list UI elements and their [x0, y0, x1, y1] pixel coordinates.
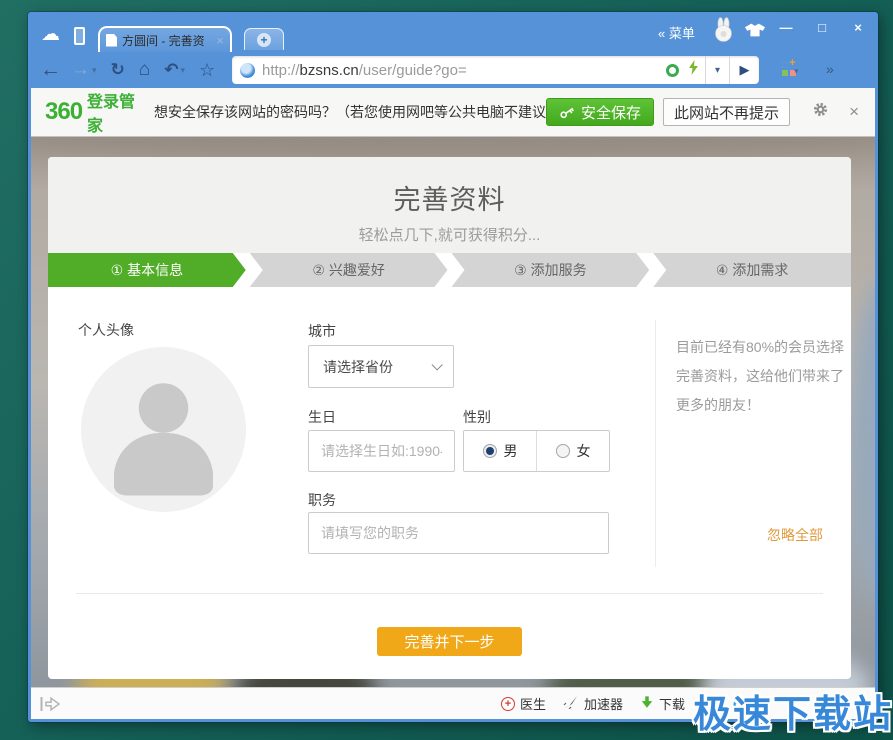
page-icon: [106, 34, 117, 47]
step-add-needs[interactable]: ④ 添加需求: [653, 253, 851, 287]
window-controls: — □ ×: [778, 20, 866, 35]
close-button[interactable]: ×: [850, 20, 866, 35]
minimize-button[interactable]: —: [778, 20, 794, 35]
dismiss-label: 此网站不再提示: [674, 102, 779, 123]
accelerator-tool[interactable]: 加速器: [563, 694, 623, 713]
profile-card: 完善资料 轻松点几下,就可获得积分... ① 基本信息 ② 兴趣爱好 ③ 添加服…: [48, 157, 851, 679]
tab-title: 方圆间 - 完善资: [122, 32, 211, 49]
city-label: 城市: [308, 321, 336, 341]
page-title: 完善资料: [48, 157, 851, 217]
job-label: 职务: [308, 490, 336, 510]
gender-group: 男 女: [463, 430, 610, 472]
maximize-button[interactable]: □: [814, 20, 830, 35]
download-label: 下载: [659, 694, 685, 713]
browser-tab[interactable]: 方圆间 - 完善资 ×: [98, 26, 232, 52]
download-arrow-icon: [640, 695, 654, 712]
doctor-label: 医生: [520, 694, 546, 713]
home-button[interactable]: ⌂: [139, 59, 150, 81]
notify-close-icon[interactable]: ×: [849, 102, 859, 122]
submit-next-button[interactable]: 完善并下一步: [377, 627, 522, 656]
doctor-tool[interactable]: + 医生: [501, 694, 546, 713]
gender-label: 性别: [463, 407, 491, 427]
chevron-down-icon: [431, 359, 442, 370]
step-basic-info[interactable]: ① 基本信息: [48, 253, 246, 287]
step-progress-bar: ① 基本信息 ② 兴趣爱好 ③ 添加服务 ④ 添加需求: [48, 253, 851, 287]
vertical-divider: [655, 320, 656, 567]
female-label: 女: [577, 441, 591, 461]
horizontal-divider: [76, 593, 823, 594]
new-tab-button[interactable]: +: [244, 28, 284, 50]
brand-360-logo: 360: [45, 98, 82, 126]
gear-icon[interactable]: [812, 101, 829, 123]
rocket-icon: [563, 695, 579, 712]
page-subtitle: 轻松点几下,就可获得积分...: [48, 224, 851, 245]
rabbit-mascot-icon[interactable]: [712, 17, 735, 48]
forward-button[interactable]: →: [71, 59, 90, 81]
gender-male-option[interactable]: 男: [464, 431, 537, 471]
cloud-sync-icon[interactable]: ☁: [41, 23, 60, 46]
url-text[interactable]: http://bzsns.cn/user/guide?go=: [262, 62, 666, 79]
province-select[interactable]: 请选择省份: [308, 345, 454, 388]
recent-pages-button[interactable]: ↶: [164, 60, 178, 80]
speed-bolt-icon[interactable]: [688, 60, 699, 80]
key-icon: [557, 103, 576, 121]
forward-dropdown-icon[interactable]: ▾: [92, 65, 97, 76]
radio-unselected-icon: [556, 444, 570, 458]
url-host: bzsns.cn: [300, 62, 359, 79]
download-tool[interactable]: 下载: [640, 694, 685, 713]
radio-selected-icon: [483, 444, 497, 458]
card-header: 完善资料 轻松点几下,就可获得积分...: [48, 157, 851, 253]
go-button[interactable]: ▶: [729, 56, 759, 84]
navigation-toolbar: ← → ▾ ↻ ⌂ ↶ ▾ ☆ http://bzsns.cn/user/gui…: [28, 52, 878, 88]
step-interests[interactable]: ② 兴趣爱好: [250, 253, 448, 287]
password-manager-bar: 360 登录管家 想安全保存该网站的密码吗？（若您使用网吧等公共电脑不建议 安全…: [31, 88, 875, 137]
url-scheme: http://: [262, 62, 300, 79]
menu-button[interactable]: « 菜单: [658, 23, 695, 42]
more-tools-icon[interactable]: »: [826, 61, 834, 77]
desktop-background: ☁ 方圆间 - 完善资 × + « 菜单 — □ ×: [0, 0, 893, 740]
step-add-services[interactable]: ③ 添加服务: [452, 253, 650, 287]
avatar-label: 个人头像: [78, 320, 134, 340]
refresh-button[interactable]: ↻: [111, 60, 125, 80]
birthday-input[interactable]: [308, 430, 455, 472]
screenshot-icon[interactable]: [666, 64, 679, 77]
birthday-label: 生日: [308, 407, 336, 427]
ignore-all-link[interactable]: 忽略全部: [767, 525, 823, 545]
province-select-value: 请选择省份: [323, 357, 393, 377]
sidebar-toggle-icon[interactable]: [39, 695, 63, 718]
male-label: 男: [504, 441, 518, 461]
go-arrow-icon: ▶: [740, 62, 750, 78]
web-page: 完善资料 轻松点几下,就可获得积分... ① 基本信息 ② 兴趣爱好 ③ 添加服…: [31, 137, 875, 687]
titlebar: ☁ 方圆间 - 完善资 × + « 菜单 — □ ×: [28, 12, 878, 52]
browser-window: ☁ 方圆间 - 完善资 × + « 菜单 — □ ×: [28, 12, 878, 722]
back-button[interactable]: ←: [40, 58, 61, 82]
promo-text: 目前已经有80%的会员选择完善资料，这给他们带来了更多的朋友！: [676, 333, 851, 420]
avatar-placeholder[interactable]: [81, 347, 246, 512]
safe-save-label: 安全保存: [581, 102, 641, 123]
url-path: /user/guide?go=: [359, 62, 467, 79]
red-cross-icon: +: [501, 697, 515, 711]
gender-female-option[interactable]: 女: [537, 431, 609, 471]
recent-dropdown-icon[interactable]: ▾: [181, 65, 186, 76]
site-globe-icon: [240, 63, 255, 78]
url-dropdown-button[interactable]: ▾: [705, 56, 729, 84]
site-watermark: 极速下载站: [693, 683, 893, 738]
dismiss-site-button[interactable]: 此网站不再提示: [663, 98, 790, 126]
job-input[interactable]: [308, 512, 609, 554]
theme-shirt-icon[interactable]: [744, 22, 766, 43]
notify-message: 想安全保存该网站的密码吗？（若您使用网吧等公共电脑不建议: [154, 102, 546, 122]
tab-close-icon[interactable]: ×: [216, 33, 224, 48]
address-bar[interactable]: http://bzsns.cn/user/guide?go= ▾ ▶: [232, 56, 759, 84]
bookmark-star-icon[interactable]: ☆: [199, 60, 215, 81]
brand-name: 登录管家: [87, 88, 138, 136]
safe-save-button[interactable]: 安全保存: [546, 98, 654, 126]
chevron-down-icon: ▾: [715, 65, 720, 76]
mobile-icon[interactable]: [74, 27, 85, 45]
extensions-dropdown-icon[interactable]: ▾: [794, 66, 799, 77]
plus-icon: +: [257, 33, 271, 47]
accelerator-label: 加速器: [584, 694, 623, 713]
